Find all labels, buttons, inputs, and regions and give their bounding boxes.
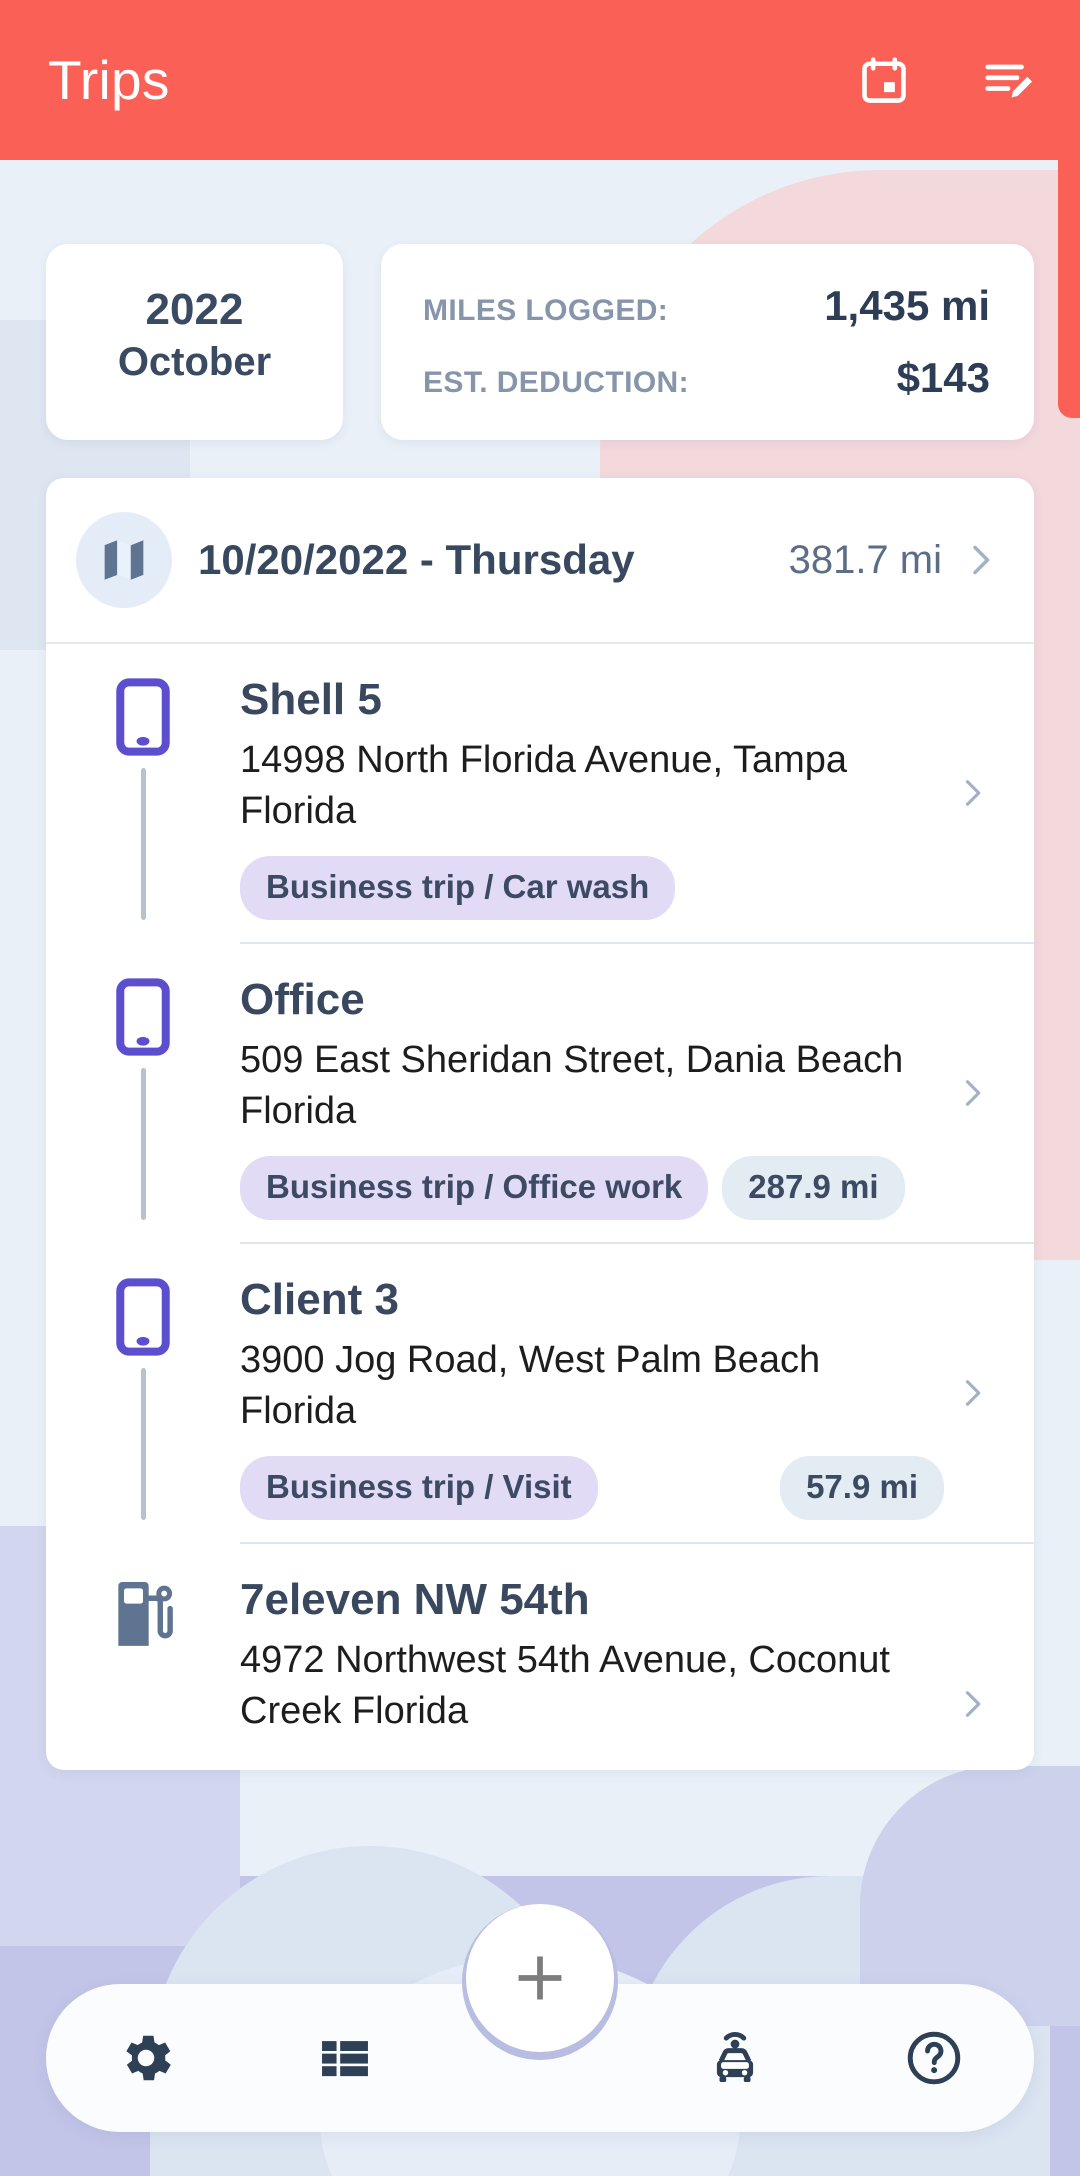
trip-title: Client 3 (240, 1275, 399, 1325)
nav-tracking-button[interactable] (635, 1984, 835, 2132)
nav-help-button[interactable] (835, 1984, 1035, 2132)
table-row[interactable]: Office 509 East Sheridan Street, Dania B… (46, 944, 1034, 1242)
trip-purpose-badge[interactable]: Business trip / Car wash (240, 856, 676, 921)
app-bar: Trips (0, 0, 1080, 160)
table-row[interactable]: 7eleven NW 54th 4972 Northwest 54th Aven… (46, 1544, 1034, 1770)
est-deduction-value: $143 (896, 354, 990, 401)
trip-title: 7eleven NW 54th (240, 1575, 590, 1625)
trip-body: Office 509 East Sheridan Street, Dania B… (240, 966, 944, 1221)
trip-address: 14998 North Florida Avenue, Tampa Florid… (240, 739, 847, 832)
table-row[interactable]: Client 3 3900 Jog Road, West Palm Beach … (46, 1244, 1034, 1542)
trip-body: 7eleven NW 54th 4972 Northwest 54th Aven… (240, 1566, 944, 1736)
chevron-right-icon (960, 540, 1000, 580)
trip-address: 4972 Northwest 54th Avenue, Coconut Cree… (240, 1639, 890, 1732)
trip-distance-badge: 287.9 mi (722, 1156, 905, 1221)
chevron-right-icon (944, 666, 1000, 920)
trip-icon-column (46, 1266, 240, 1521)
chevron-right-icon (944, 1566, 1000, 1736)
car-tracking-icon (716, 2032, 753, 2083)
trip-tags: Business trip / Car wash (240, 856, 944, 921)
trips-card: 10/20/2022 - Thursday 381.7 mi Shell 5 1… (46, 478, 1034, 1771)
stats-row: 2022 October MILES LOGGED: 1,435 mi EST.… (46, 244, 1034, 440)
day-date: 10/20/2022 - Thursday (198, 536, 635, 583)
phone-icon (116, 678, 170, 756)
trip-tags: Business trip / Visit 57.9 mi (240, 1456, 944, 1521)
gas-pump-icon (118, 1582, 173, 1647)
map-icon (76, 512, 172, 608)
trip-body: Shell 5 14998 North Florida Avenue, Tamp… (240, 666, 944, 921)
gear-icon (126, 2035, 171, 2081)
list-edit-icon[interactable] (978, 50, 1038, 110)
miles-logged-value: 1,435 mi (824, 282, 990, 329)
trip-tags: Business trip / Office work 287.9 mi (240, 1156, 944, 1221)
period-year: 2022 (145, 285, 244, 334)
plus-icon (518, 1956, 562, 2000)
list-grid-icon (322, 2041, 369, 2077)
summary-card: MILES LOGGED: 1,435 mi EST. DEDUCTION: $… (381, 244, 1034, 440)
bg-red-edge-accent (1058, 118, 1080, 418)
nav-settings-button[interactable] (46, 1984, 246, 2132)
trip-connector-line (140, 1368, 146, 1521)
nav-list-button[interactable] (246, 1984, 446, 2132)
trip-address: 3900 Jog Road, West Palm Beach Florida (240, 1339, 821, 1432)
page-title: Trips (48, 49, 170, 111)
period-month: October (117, 340, 272, 384)
trip-purpose-badge[interactable]: Business trip / Office work (240, 1156, 709, 1221)
add-trip-button[interactable] (466, 1904, 614, 2052)
trip-title: Office (240, 975, 365, 1025)
est-deduction-label: EST. DEDUCTION: (423, 366, 690, 399)
chevron-right-icon (944, 966, 1000, 1220)
question-circle-icon (908, 2031, 961, 2085)
phone-icon (116, 978, 170, 1056)
trip-address: 509 East Sheridan Street, Dania Beach Fl… (240, 1039, 904, 1132)
miles-logged-row: MILES LOGGED: 1,435 mi (423, 282, 990, 330)
trip-icon-column (46, 966, 240, 1221)
trip-title: Shell 5 (240, 675, 382, 724)
app-root: Trips 2022 October MILES LOGGED: 1,435 m… (0, 0, 1080, 2176)
trip-icon-column (46, 666, 240, 921)
calendar-icon[interactable] (854, 50, 914, 110)
phone-icon (116, 1278, 170, 1356)
trip-body: Client 3 3900 Jog Road, West Palm Beach … (240, 1266, 944, 1521)
chevron-right-icon (944, 1266, 1000, 1520)
bottom-navigation (0, 1904, 1080, 2176)
est-deduction-row: EST. DEDUCTION: $143 (423, 354, 990, 402)
trip-distance-badge: 57.9 mi (780, 1456, 944, 1521)
trip-icon-column (46, 1566, 240, 1736)
app-bar-actions (854, 50, 1038, 110)
trip-connector-line (140, 1068, 146, 1221)
period-card[interactable]: 2022 October (46, 244, 343, 440)
miles-logged-label: MILES LOGGED: (423, 294, 669, 327)
day-distance: 381.7 mi (788, 537, 942, 582)
trip-purpose-badge[interactable]: Business trip / Visit (240, 1456, 598, 1521)
table-row[interactable]: Shell 5 14998 North Florida Avenue, Tamp… (46, 644, 1034, 942)
day-group-header[interactable]: 10/20/2022 - Thursday 381.7 mi (46, 478, 1034, 644)
trip-connector-line (140, 768, 146, 921)
